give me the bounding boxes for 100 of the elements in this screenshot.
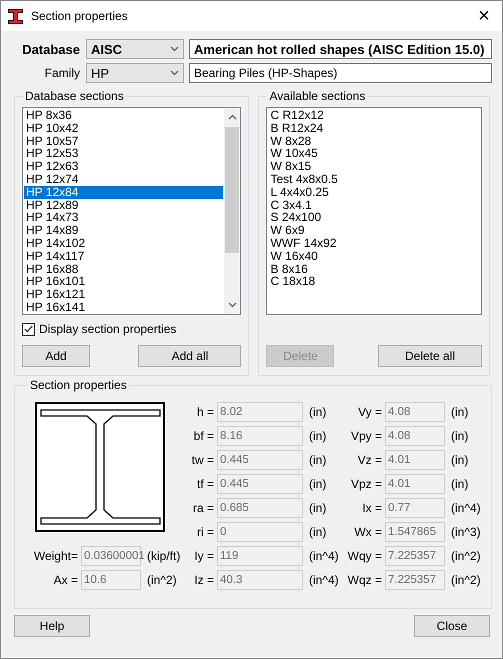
unit-label: (in) xyxy=(450,477,470,491)
list-item[interactable]: C R12x12 xyxy=(268,109,480,122)
list-item[interactable]: C 3x4.1 xyxy=(268,198,480,212)
property-label: Wqz = xyxy=(347,573,383,587)
action-button[interactable]: Add all xyxy=(138,345,242,367)
property-label: Vy = xyxy=(357,405,383,419)
property-field: 4.08 xyxy=(385,402,445,422)
property-field: 4.08 xyxy=(385,426,445,446)
list-item[interactable]: W 10x45 xyxy=(268,147,480,160)
list-item[interactable]: HP 12x74 xyxy=(24,172,224,186)
property-field: 10.6 xyxy=(81,570,141,590)
list-box[interactable]: HP 8x36 HP 10x42 HP 10x57 HP 12x53 HP 12x63 HP 12x74 HP 12x84 HP 12x89 HP 14x73 HP 14x89 HP 14x102 HP 14x117 HP 16x88 HP 16x101 HP 16x121 HP 16x141 xyxy=(22,107,242,315)
list-item[interactable]: WWF 14x92 xyxy=(268,236,480,250)
action-button[interactable]: Delete all xyxy=(378,345,482,367)
list-item[interactable]: HP 8x36 xyxy=(24,109,224,122)
list-item[interactable]: HP 12x63 xyxy=(24,160,224,173)
dropdown[interactable]: HP xyxy=(86,63,184,83)
unit-label: (in^2) xyxy=(450,549,482,563)
list-item[interactable]: HP 12x53 xyxy=(24,147,224,160)
field-label: Database xyxy=(21,42,81,56)
property-label: Vz = xyxy=(356,453,383,467)
property-field: 119 xyxy=(217,546,303,566)
property-field: 4.01 xyxy=(385,450,445,470)
list-item[interactable]: W 16x40 xyxy=(268,250,480,263)
list-item[interactable]: B R12x24 xyxy=(268,122,480,135)
list-item[interactable]: L 4x4x0.25 xyxy=(268,186,480,199)
property-field: 40.3 xyxy=(217,570,303,590)
unit-label: (in) xyxy=(308,429,328,443)
description-field: American hot rolled shapes (AISC Edition 15.0) xyxy=(189,39,492,59)
close-button[interactable]: × xyxy=(474,4,494,28)
property-field: 0 xyxy=(217,522,303,542)
list-item[interactable]: HP 14x73 xyxy=(24,211,224,224)
property-label: Iz = xyxy=(193,573,215,587)
scroll-up-icon[interactable] xyxy=(228,114,237,120)
list-item[interactable]: S 24x100 xyxy=(268,211,480,224)
property-label: Vpy = xyxy=(350,429,383,443)
scrollbar[interactable] xyxy=(224,108,240,314)
property-label: Wqy = xyxy=(347,549,383,563)
window-title: Section properties xyxy=(31,9,129,23)
unit-label: (in^2) xyxy=(450,573,482,587)
group-title: Available sections xyxy=(268,89,366,103)
unit-label: (in) xyxy=(308,405,328,419)
unit-label: (in^3) xyxy=(450,525,482,539)
list-item[interactable]: HP 10x57 xyxy=(24,134,224,148)
action-button[interactable]: Add xyxy=(22,345,90,367)
property-field: 4.01 xyxy=(385,474,445,494)
dialog-button[interactable]: Close xyxy=(414,615,490,637)
dialog-button[interactable]: Help xyxy=(14,615,90,637)
list-item[interactable]: HP 16x141 xyxy=(24,300,224,314)
unit-label: (in) xyxy=(308,501,328,515)
list-box[interactable]: C R12x12 B R12x24 W 8x28 W 10x45 W 8x15 Test 4x8x0.5 L 4x4x0.25 C 3x4.1 S 24x100 W 6x9 WWF 14x92 W 16x40 B 8x16 C 18x18 xyxy=(266,107,482,315)
property-label: Ax = xyxy=(52,573,79,587)
checkbox-label: Display section properties xyxy=(39,322,176,336)
description-field: Bearing Piles (HP-Shapes) xyxy=(189,63,492,83)
list-item[interactable]: HP 14x102 xyxy=(24,236,224,250)
list-item[interactable]: C 18x18 xyxy=(268,275,480,288)
list-item[interactable]: HP 14x117 xyxy=(24,250,224,263)
list-item[interactable]: HP 12x84 xyxy=(24,186,224,199)
list-item[interactable]: HP 10x42 xyxy=(24,122,224,135)
unit-label: (in^4) xyxy=(308,549,340,563)
property-field: 0.685 xyxy=(217,498,303,518)
property-label: Ix = xyxy=(361,501,383,515)
list-item[interactable]: W 6x9 xyxy=(268,224,480,237)
property-label: tw = xyxy=(190,453,215,467)
property-label: ri = xyxy=(196,525,215,539)
list-item[interactable]: W 8x28 xyxy=(268,134,480,148)
list-item[interactable]: HP 16x101 xyxy=(24,275,224,288)
property-label: ra = xyxy=(192,501,215,515)
unit-label: (in) xyxy=(308,453,328,467)
unit-label: (in^4) xyxy=(308,573,340,587)
property-label: Wx = xyxy=(353,525,383,539)
property-field: 7.225357 xyxy=(385,546,445,566)
list-item[interactable]: HP 14x89 xyxy=(24,224,224,237)
checkbox[interactable] xyxy=(22,322,35,336)
scroll-down-icon[interactable] xyxy=(228,302,237,308)
property-label: tf = xyxy=(196,477,215,491)
property-field: 0.77 xyxy=(385,498,445,518)
property-label: Vpz = xyxy=(350,477,383,491)
list-item[interactable]: Test 4x8x0.5 xyxy=(268,172,480,186)
field-label: Family xyxy=(44,66,81,80)
unit-label: (in) xyxy=(450,453,470,467)
dropdown[interactable]: AISC xyxy=(86,39,184,59)
property-field: 0.445 xyxy=(217,474,303,494)
unit-label: (in^4) xyxy=(450,501,482,515)
list-item[interactable]: HP 16x121 xyxy=(24,288,224,301)
property-label: h = xyxy=(196,405,215,419)
list-item[interactable]: HP 12x89 xyxy=(24,198,224,212)
list-item[interactable]: B 8x16 xyxy=(268,262,480,276)
i-beam-icon xyxy=(8,8,23,24)
unit-label: (in^2) xyxy=(146,573,178,587)
unit-label: (in) xyxy=(450,405,470,419)
list-item[interactable]: HP 16x88 xyxy=(24,262,224,276)
unit-label: (in) xyxy=(308,477,328,491)
unit-label: (in) xyxy=(450,429,470,443)
group-title: Database sections xyxy=(24,89,125,103)
property-field: 8.02 xyxy=(217,402,303,422)
list-item[interactable]: W 8x15 xyxy=(268,160,480,173)
property-label: bf = xyxy=(192,429,215,443)
property-field: 8.16 xyxy=(217,426,303,446)
property-field: 0.445 xyxy=(217,450,303,470)
